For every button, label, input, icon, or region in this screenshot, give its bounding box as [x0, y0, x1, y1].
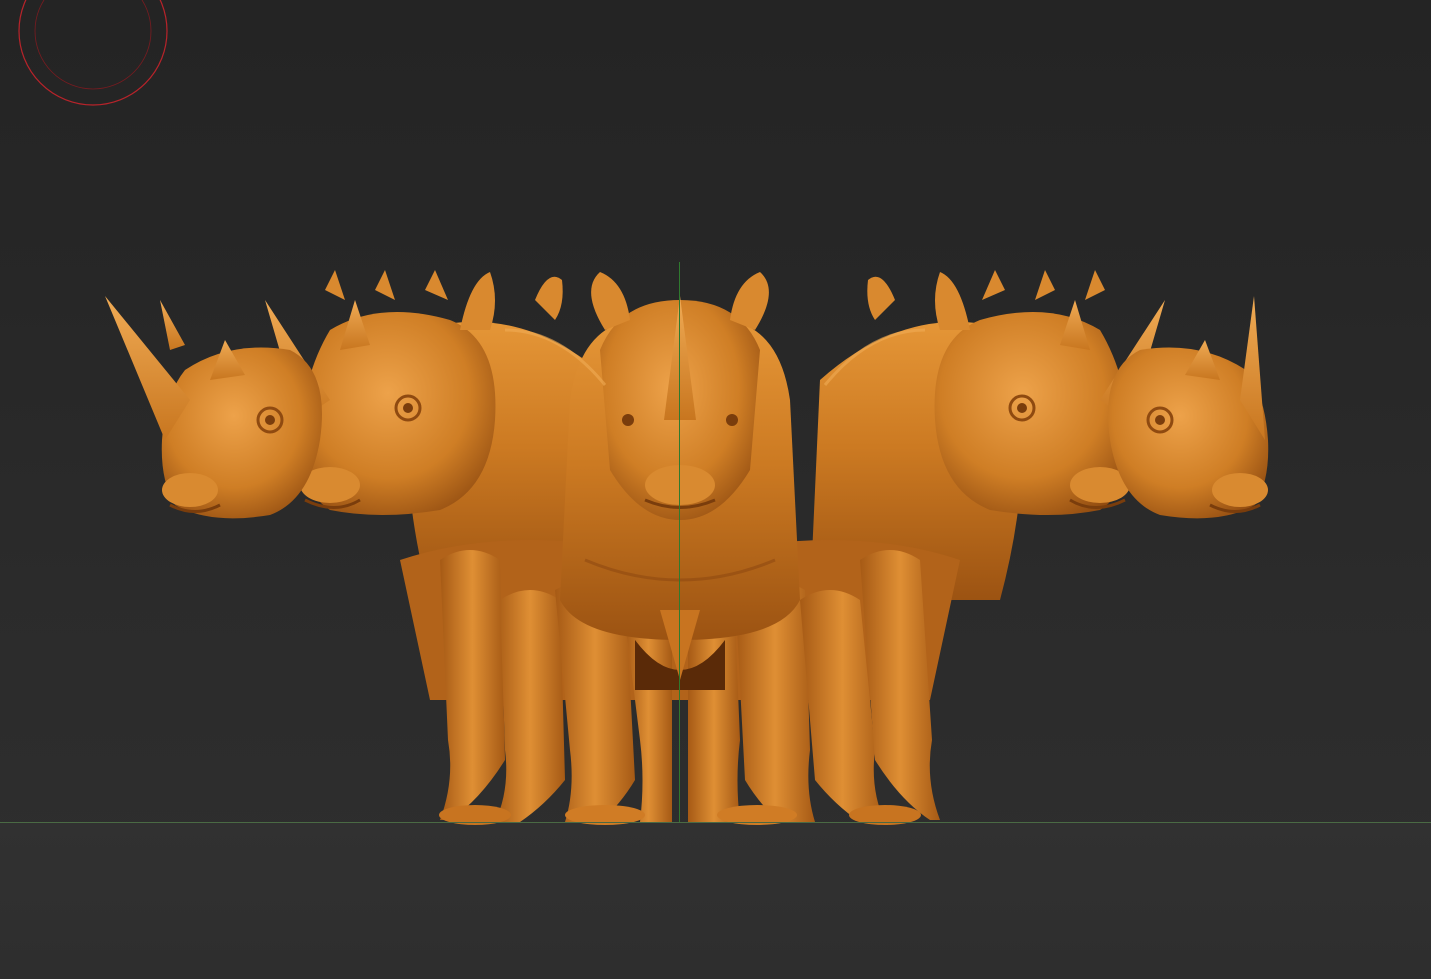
rhino-array-model[interactable]	[0, 0, 1431, 979]
3d-viewport[interactable]	[0, 0, 1431, 979]
rhino-front-center	[560, 272, 800, 680]
world-x-axis	[0, 822, 1431, 823]
world-y-axis	[679, 262, 680, 822]
